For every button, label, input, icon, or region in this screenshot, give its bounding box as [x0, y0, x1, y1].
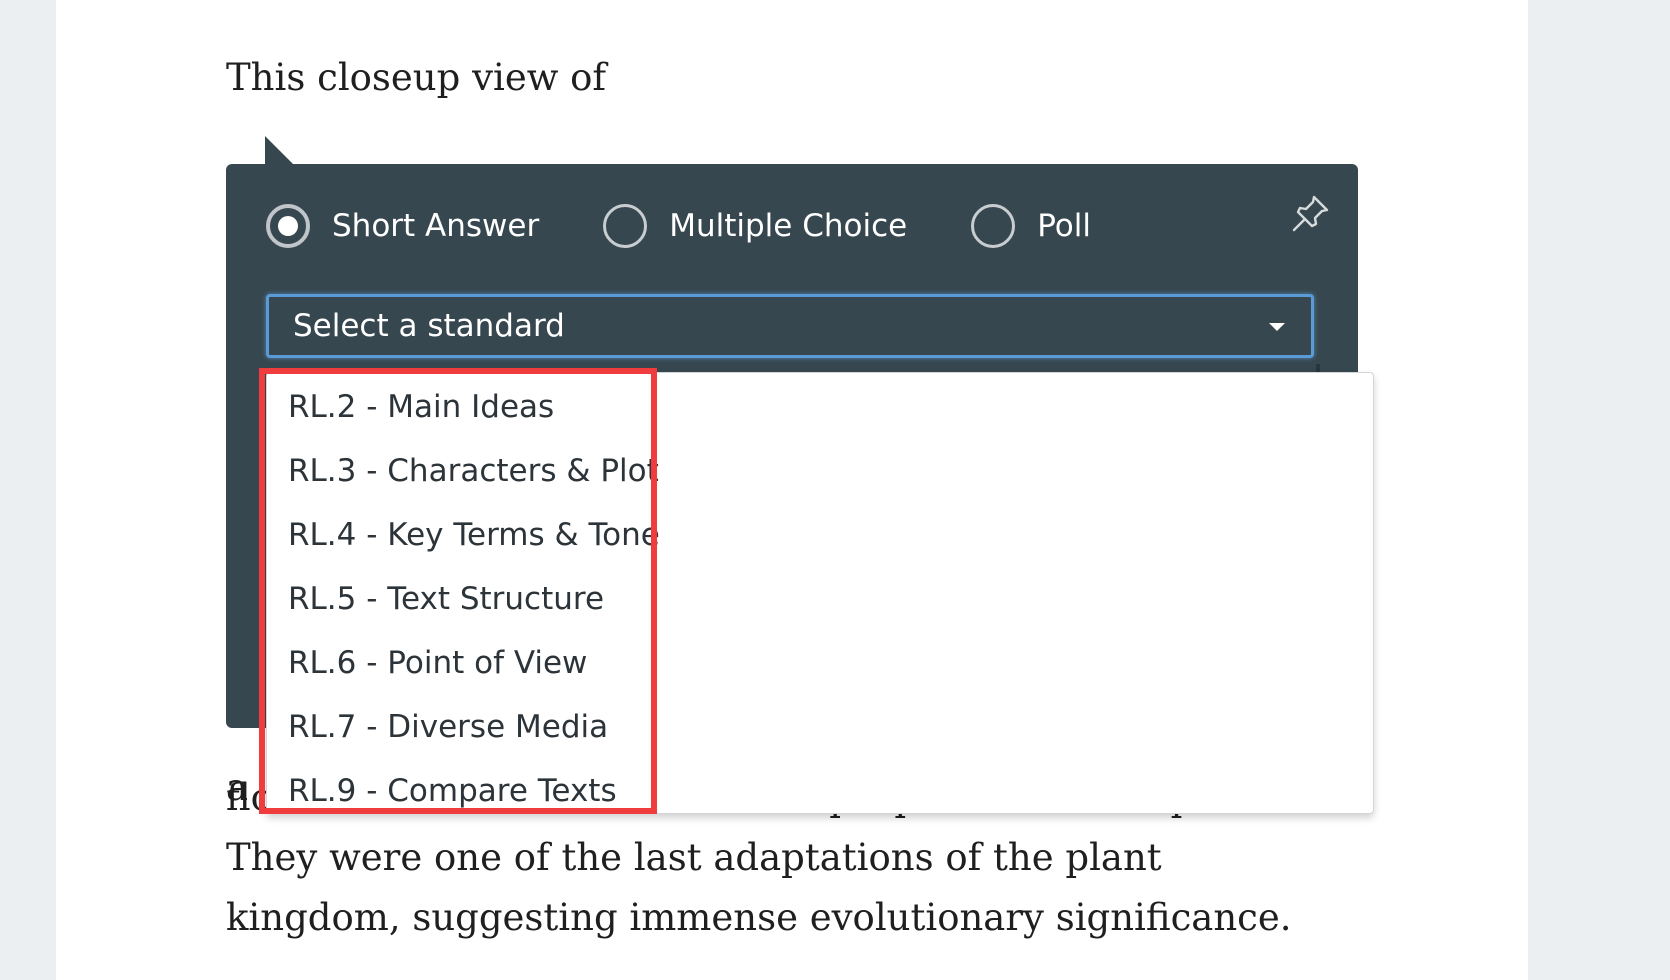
standard-select-placeholder: Select a standard	[293, 308, 565, 344]
radio-multiple-choice[interactable]: Multiple Choice	[603, 204, 907, 248]
radio-label-multiple-choice: Multiple Choice	[669, 208, 908, 244]
radio-poll[interactable]: Poll	[971, 204, 1091, 248]
radio-button-selected[interactable]	[266, 204, 310, 248]
standard-select[interactable]: Select a standard	[266, 294, 1314, 358]
panel-pointer	[265, 136, 293, 164]
radio-button[interactable]	[603, 204, 648, 248]
radio-label-poll: Poll	[1037, 208, 1091, 244]
chevron-down-icon	[1269, 323, 1285, 331]
highlight-box	[259, 368, 657, 814]
radio-button[interactable]	[971, 204, 1016, 248]
radio-short-answer[interactable]: Short Answer	[266, 204, 539, 248]
article-intro-text: This closeup view of	[226, 56, 607, 99]
pin-icon[interactable]	[1288, 192, 1332, 236]
question-type-group: Short Answer Multiple Choice Poll	[266, 204, 1155, 248]
radio-label-short-answer: Short Answer	[332, 208, 540, 244]
radio-dot	[278, 216, 298, 236]
